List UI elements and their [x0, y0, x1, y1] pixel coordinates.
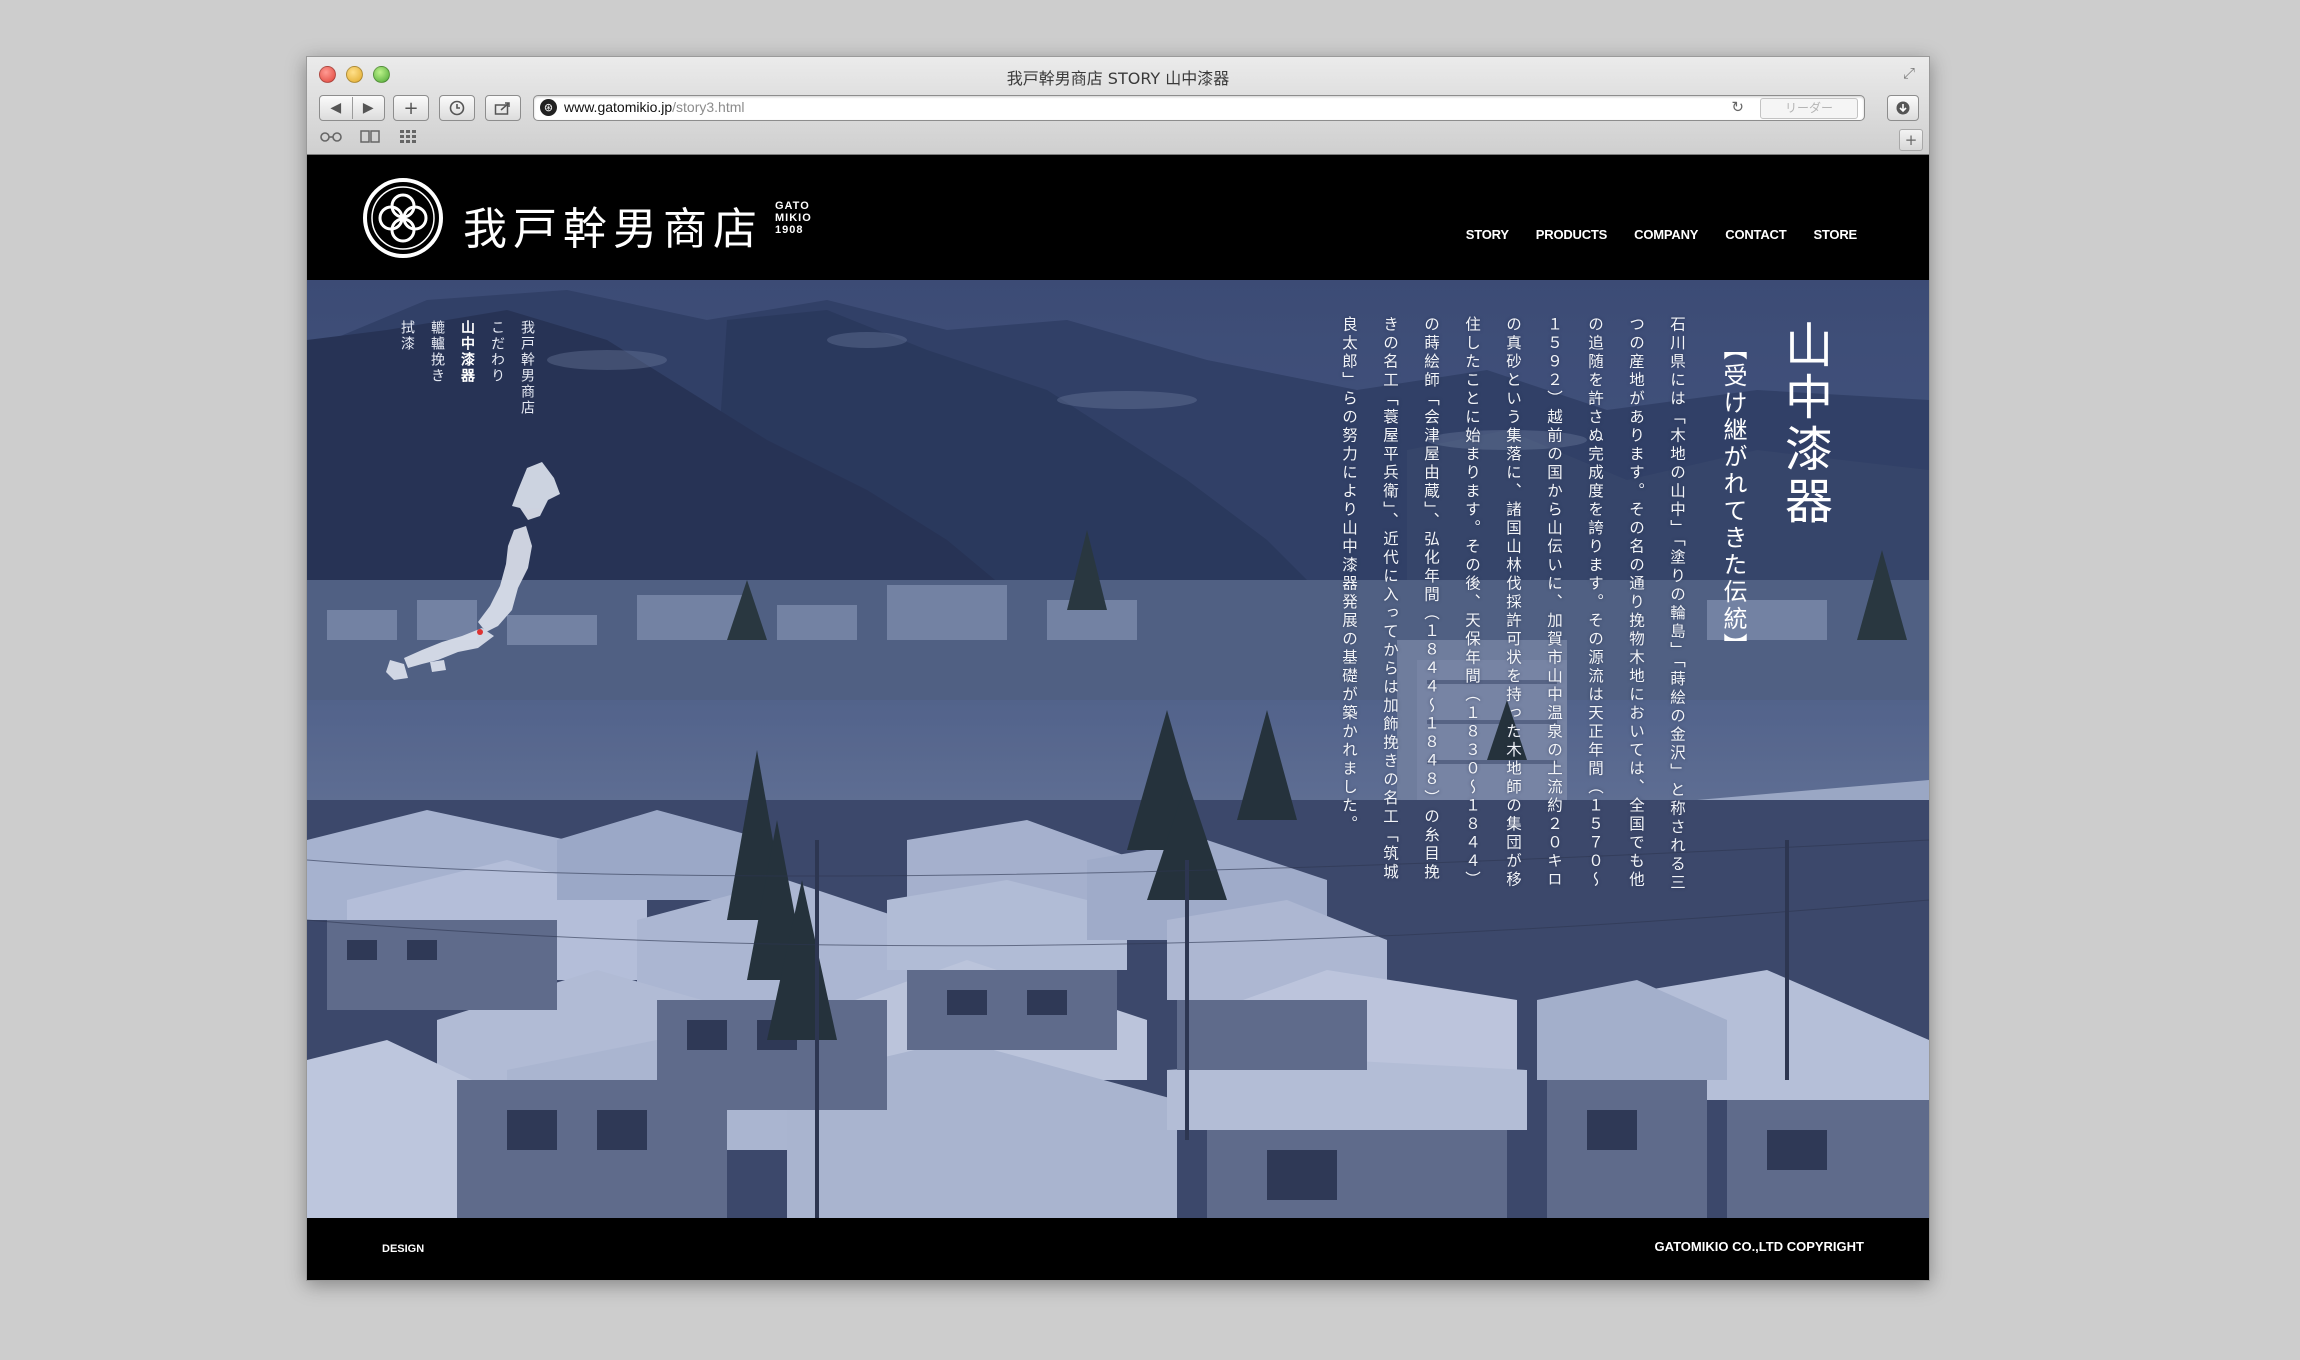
story-side-menu: 我戸幹男商店 こだわり 山中漆器 轆轤挽き 拭漆 [397, 320, 537, 416]
fullscreen-icon[interactable]: ⤢ [1901, 65, 1917, 81]
web-page: 我戸幹男商店 GATO MIKIO 1908 STORY PRODUCTS CO… [307, 155, 1929, 1280]
share-button[interactable] [485, 95, 521, 121]
japan-map-icon [386, 462, 560, 680]
title-bar: 我戸幹男商店 STORY 山中漆器 ⤢ [307, 57, 1929, 91]
top-sites-grid-icon[interactable] [399, 129, 417, 147]
side-menu-item[interactable]: こだわり [487, 320, 507, 416]
story-title: 山中漆器 [1776, 320, 1832, 528]
side-menu-item[interactable]: 轆轤挽き [427, 320, 447, 416]
footer-design-link[interactable]: DESIGN [382, 1243, 424, 1255]
new-tab-button[interactable]: + [1899, 129, 1923, 151]
nav-company[interactable]: COMPANY [1634, 227, 1698, 242]
url-domain: www.gatomikio.jp [564, 99, 673, 115]
site-logo-text[interactable]: 我戸幹男商店 [463, 193, 763, 257]
logo-sub-line: GATO [775, 200, 810, 212]
story-body-text: 石川県には「木地の山中」「塗りの輪島」「蒔絵の金沢」と称される三つの産地がありま… [1340, 316, 1686, 893]
share-icon [494, 102, 510, 115]
url-path: /story3.html [672, 99, 745, 115]
family-crest-logo-icon[interactable] [362, 177, 444, 259]
reading-list-icon[interactable] [319, 129, 343, 147]
downloads-button[interactable] [1887, 95, 1919, 121]
reload-icon[interactable]: ↻ [1731, 98, 1744, 116]
browser-window: 我戸幹男商店 STORY 山中漆器 ⤢ ◀ ▶ + ⊛ www.gatomiki… [306, 56, 1930, 1281]
nav-story[interactable]: STORY [1466, 227, 1509, 242]
site-header: 我戸幹男商店 GATO MIKIO 1908 STORY PRODUCTS CO… [307, 155, 1929, 280]
site-footer: DESIGN GATOMIKIO CO.,LTD COPYRIGHT [307, 1219, 1929, 1280]
window-title: 我戸幹男商店 STORY 山中漆器 [1006, 69, 1230, 88]
browser-chrome: 我戸幹男商店 STORY 山中漆器 ⤢ ◀ ▶ + ⊛ www.gatomiki… [307, 57, 1929, 155]
bookmarks-book-icon[interactable] [359, 129, 381, 147]
logo-subtext: GATO MIKIO 1908 [775, 200, 812, 236]
hero-photo: 我戸幹男商店 こだわり 山中漆器 轆轤挽き 拭漆 山中漆器 【受け継がれてきた伝… [307, 280, 1929, 1218]
browser-toolbar: ◀ ▶ + ⊛ www.gatomikio.jp/story3.html ↻ リ… [307, 91, 1929, 127]
logo-sub-line: 1908 [775, 224, 804, 236]
story-subtitle: 【受け継がれてきた伝統】 [1719, 336, 1747, 660]
side-menu-item-active[interactable]: 山中漆器 [457, 320, 477, 416]
url-text[interactable]: www.gatomikio.jp/story3.html [564, 99, 745, 115]
logo-sub-line: MIKIO [775, 212, 812, 224]
nav-products[interactable]: PRODUCTS [1536, 227, 1608, 242]
main-nav: STORY PRODUCTS COMPANY CONTACT STORE [1466, 227, 1857, 242]
add-bookmark-button[interactable]: + [393, 95, 429, 121]
history-button[interactable] [439, 95, 475, 121]
side-menu-item[interactable]: 我戸幹男商店 [517, 320, 537, 416]
back-forward-group: ◀ ▶ [319, 95, 385, 121]
nav-store[interactable]: STORE [1813, 227, 1857, 242]
download-icon [1896, 101, 1910, 115]
nav-contact[interactable]: CONTACT [1725, 227, 1786, 242]
reader-button[interactable]: リーダー [1760, 98, 1858, 119]
forward-button[interactable]: ▶ [352, 100, 384, 116]
bookmarks-bar: + [307, 127, 1929, 153]
address-bar[interactable]: ⊛ www.gatomikio.jp/story3.html ↻ リーダー [533, 95, 1865, 121]
clock-icon [449, 100, 465, 116]
footer-copyright: GATOMIKIO CO.,LTD COPYRIGHT [1654, 1239, 1864, 1254]
site-favicon-icon: ⊛ [540, 99, 557, 116]
back-button[interactable]: ◀ [320, 100, 352, 116]
side-menu-item[interactable]: 拭漆 [397, 320, 417, 416]
